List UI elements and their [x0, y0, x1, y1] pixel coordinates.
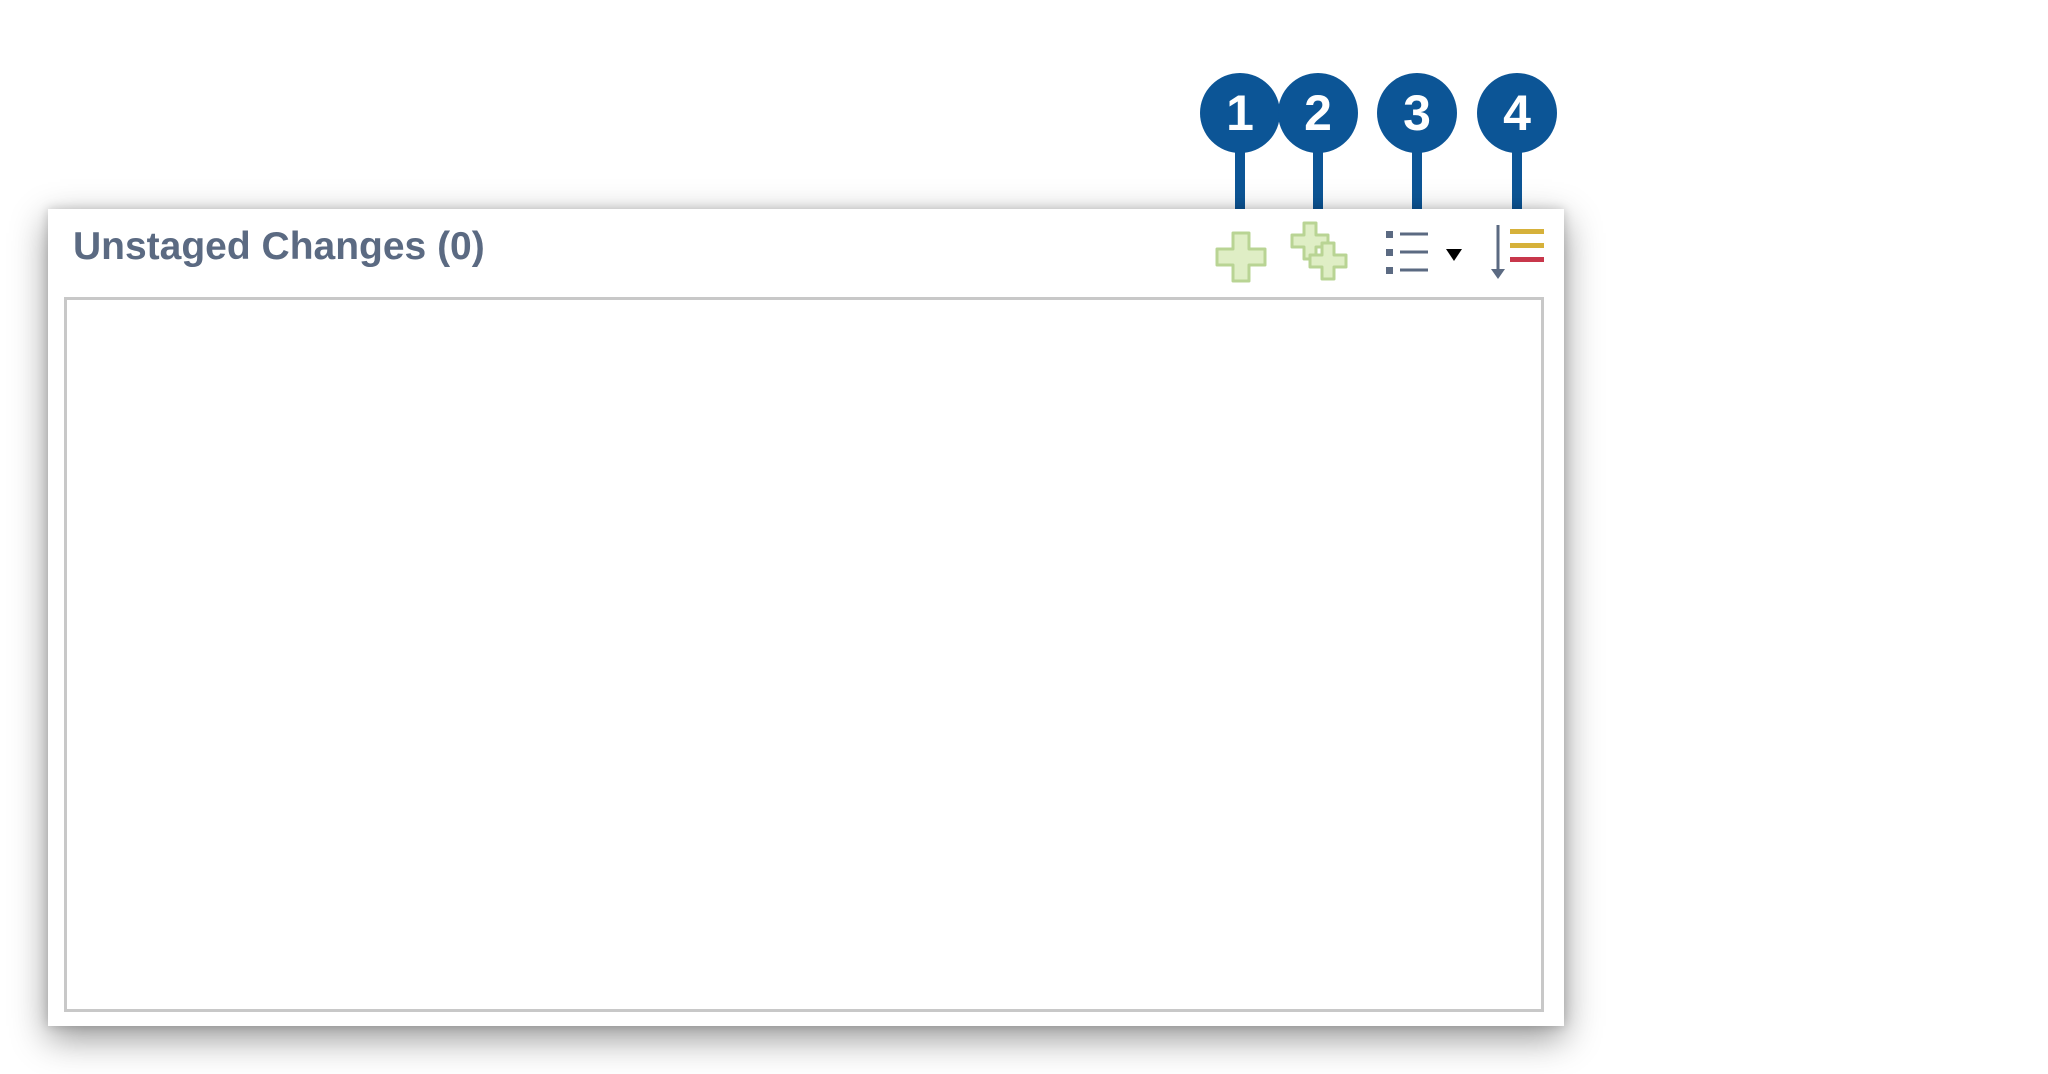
- callout-number: 1: [1200, 73, 1280, 153]
- unstaged-files-list[interactable]: [64, 297, 1544, 1012]
- sort-icon: [1491, 225, 1544, 279]
- add-button[interactable]: [1213, 229, 1269, 285]
- callout-number: 3: [1377, 73, 1457, 153]
- add-all-button[interactable]: [1290, 219, 1352, 283]
- add-icon: [1215, 231, 1267, 283]
- chevron-down-icon: [1446, 249, 1462, 261]
- presentation-dropdown[interactable]: [1384, 225, 1474, 281]
- add-all-icon: [1290, 221, 1348, 281]
- callout-number: 2: [1278, 73, 1358, 153]
- unstaged-changes-panel: Unstaged Changes (0): [48, 209, 1564, 1026]
- sort-button[interactable]: [1488, 221, 1548, 283]
- panel-title: Unstaged Changes (0): [73, 225, 485, 268]
- callout-number: 4: [1477, 73, 1557, 153]
- presentation-list-icon: [1386, 231, 1462, 274]
